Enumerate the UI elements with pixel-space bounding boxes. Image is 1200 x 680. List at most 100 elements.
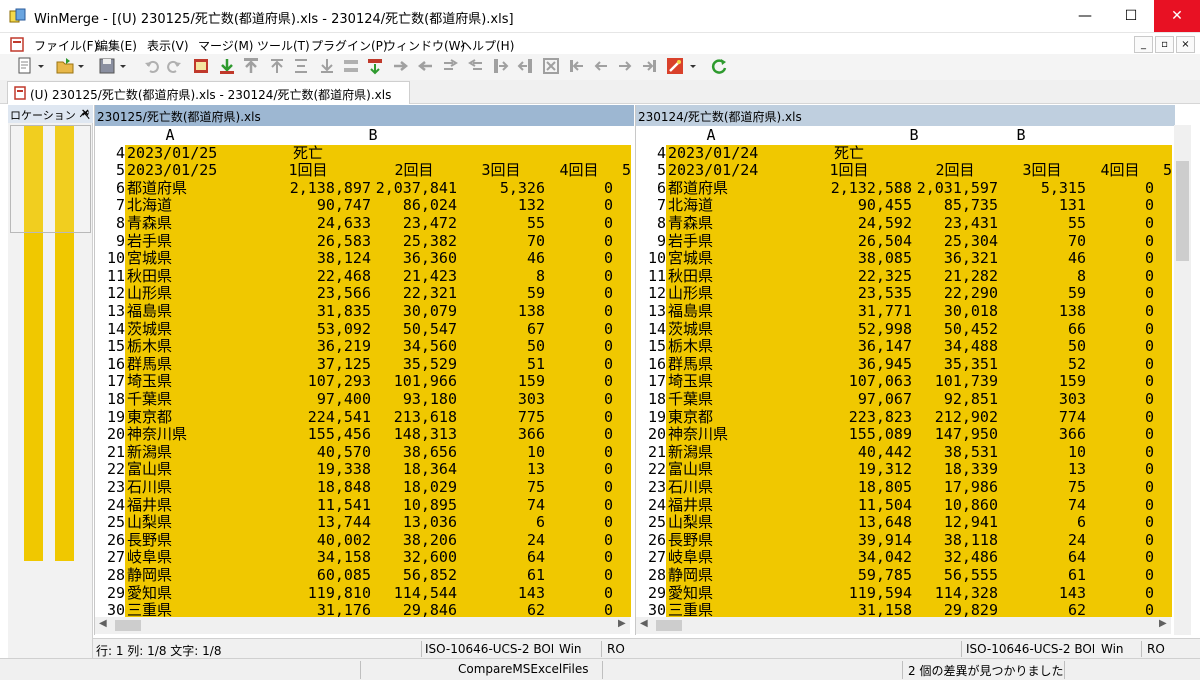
vertical-scrollbar[interactable] [1174,125,1191,635]
menu-help[interactable]: ヘルプ(H) [460,37,514,54]
table-row[interactable]: 8 青森県 24,633 23,472 55 0 [95,214,631,233]
table-row[interactable]: 6 都道府県 2,132,588 2,031,597 5,315 0 [636,179,1172,198]
table-row[interactable]: 4 2023/01/25 死亡 [95,144,631,163]
table-row[interactable]: 22 富山県 19,338 18,364 13 0 [95,461,631,479]
right-horizontal-thumb[interactable] [656,620,682,631]
scroll-right-arrow-icon[interactable]: ▶ [1159,618,1167,629]
table-row[interactable]: 24 福井県 11,504 10,860 74 0 [636,496,1172,515]
save-icon[interactable] [98,57,116,75]
table-row[interactable]: 29 愛知県 119,810 114,544 143 0 [95,584,631,603]
table-row[interactable]: 14 茨城県 52,998 50,452 66 0 [636,320,1172,339]
table-row[interactable]: 29 愛知県 119,594 114,328 143 0 [636,584,1172,603]
table-row[interactable]: 6 都道府県 2,138,897 2,037,841 5,326 0 [95,179,631,198]
menu-view[interactable]: 表示(V) [147,37,189,54]
scroll-left-arrow-icon[interactable]: ◀ [99,618,107,629]
copy-right-icon[interactable] [342,57,360,75]
new-dropdown-icon[interactable] [36,57,46,75]
document-tab[interactable]: (U) 230125/死亡数(都道府県).xls - 230124/死亡数(都道… [7,81,410,104]
table-row[interactable]: 13 福島県 31,835 30,079 138 0 [95,302,631,321]
table-row[interactable]: 26 長野県 40,002 38,206 24 0 [95,531,631,550]
close-button[interactable]: ✕ [1154,0,1200,32]
table-row[interactable]: 19 東京都 224,541 213,618 775 0 [95,408,631,427]
next-diff-icon[interactable] [218,57,236,75]
table-row[interactable]: 28 静岡県 59,785 56,555 61 0 [636,566,1172,585]
table-row[interactable]: 21 新潟県 40,442 38,531 10 0 [636,443,1172,462]
first-diff-icon[interactable] [268,57,286,75]
undo-icon[interactable] [144,57,162,75]
table-row[interactable]: 17 埼玉県 107,293 101,966 159 0 [95,373,631,391]
merge-left-icon[interactable] [416,57,434,75]
menu-tools[interactable]: ツール(T) [257,37,310,54]
filmstrip-icon[interactable] [192,57,210,75]
table-row[interactable]: 16 群馬県 36,945 35,351 52 0 [636,355,1172,374]
menu-plugins[interactable]: プラグイン(P) [311,37,388,54]
table-row[interactable]: 9 岩手県 26,583 25,382 70 0 [95,232,631,251]
table-row[interactable]: 21 新潟県 40,570 38,656 10 0 [95,443,631,462]
copy-left-advance-icon[interactable] [466,57,484,75]
table-row[interactable]: 10 宮城県 38,085 36,321 46 0 [636,250,1172,268]
table-row[interactable]: 14 茨城県 53,092 50,547 67 0 [95,320,631,339]
redo-icon[interactable] [164,57,182,75]
table-row[interactable]: 8 青森県 24,592 23,431 55 0 [636,214,1172,233]
menu-file[interactable]: ファイル(F) [34,37,98,54]
options-icon[interactable] [666,57,684,75]
mdi-close-button[interactable]: × [1176,36,1195,53]
scroll-right-arrow-icon[interactable]: ▶ [618,618,626,629]
menu-window[interactable]: ウィンドウ(W) [384,37,465,54]
location-pane-close-button[interactable]: × [81,106,90,119]
table-row[interactable]: 28 静岡県 60,085 56,852 61 0 [95,566,631,585]
table-row[interactable]: 15 栃木県 36,219 34,560 50 0 [95,338,631,356]
prev-page-icon[interactable] [592,57,610,75]
table-row[interactable]: 10 宮城県 38,124 36,360 46 0 [95,250,631,268]
table-row[interactable]: 25 山梨県 13,648 12,941 6 0 [636,514,1172,532]
table-row[interactable]: 26 長野県 39,914 38,118 24 0 [636,531,1172,550]
table-row[interactable]: 19 東京都 223,823 212,902 774 0 [636,408,1172,427]
refresh-icon[interactable] [710,57,728,75]
table-row[interactable]: 25 山梨県 13,744 13,036 6 0 [95,514,631,532]
all-right-icon[interactable] [492,57,510,75]
minimize-button[interactable]: — [1062,0,1108,32]
table-row[interactable]: 7 北海道 90,747 86,024 132 0 [95,197,631,215]
menu-merge[interactable]: マージ(M) [198,37,253,54]
table-row[interactable]: 12 山形県 23,566 22,321 59 0 [95,285,631,303]
copy-left-icon[interactable] [366,57,384,75]
maximize-button[interactable]: ☐ [1108,0,1154,32]
open-dropdown-icon[interactable] [76,57,86,75]
last-diff-icon[interactable] [318,57,336,75]
table-row[interactable]: 23 石川県 18,848 18,029 75 0 [95,478,631,497]
location-viewport-indicator[interactable] [10,125,91,233]
left-horizontal-thumb[interactable] [115,620,141,631]
prev-file-icon[interactable] [568,57,586,75]
table-row[interactable]: 16 群馬県 37,125 35,529 51 0 [95,355,631,374]
open-folder-icon[interactable] [56,57,74,75]
new-file-icon[interactable] [16,57,34,75]
vertical-scroll-thumb[interactable] [1176,161,1189,261]
table-row[interactable]: 18 千葉県 97,067 92,851 303 0 [636,390,1172,409]
table-row[interactable]: 20 神奈川県 155,089 147,950 366 0 [636,426,1172,444]
left-horizontal-scrollbar[interactable]: ◀ ▶ [95,617,630,634]
table-row[interactable]: 11 秋田県 22,468 21,423 8 0 [95,267,631,286]
auto-merge-icon[interactable] [542,57,560,75]
copy-right-advance-icon[interactable] [442,57,460,75]
table-row[interactable]: 7 北海道 90,455 85,735 131 0 [636,197,1172,215]
table-row[interactable]: 9 岩手県 26,504 25,304 70 0 [636,232,1172,251]
table-row[interactable]: 30 三重県 31,176 29,846 62 0 [95,602,631,617]
table-row[interactable]: 18 千葉県 97,400 93,180 303 0 [95,390,631,409]
save-dropdown-icon[interactable] [118,57,128,75]
table-row[interactable]: 15 栃木県 36,147 34,488 50 0 [636,338,1172,356]
right-horizontal-scrollbar[interactable]: ◀ ▶ [636,617,1171,634]
mdi-restore-button[interactable]: ▫ [1155,36,1174,53]
scroll-left-arrow-icon[interactable]: ◀ [640,618,648,629]
table-row[interactable]: 27 岐阜県 34,158 32,600 64 0 [95,549,631,567]
table-row[interactable]: 5 2023/01/25 1回目 2回目 3回目 4回目 5 [95,162,631,180]
menu-edit[interactable]: 編集(E) [96,37,137,54]
prev-diff-icon[interactable] [242,57,260,75]
table-row[interactable]: 4 2023/01/24 死亡 [636,144,1172,163]
table-row[interactable]: 11 秋田県 22,325 21,282 8 0 [636,267,1172,286]
document-menu-icon[interactable] [10,37,24,52]
table-row[interactable]: 23 石川県 18,805 17,986 75 0 [636,478,1172,497]
merge-right-icon[interactable] [392,57,410,75]
table-row[interactable]: 30 三重県 31,158 29,829 62 0 [636,602,1172,617]
table-row[interactable]: 12 山形県 23,535 22,290 59 0 [636,285,1172,303]
table-row[interactable]: 27 岐阜県 34,042 32,486 64 0 [636,549,1172,567]
